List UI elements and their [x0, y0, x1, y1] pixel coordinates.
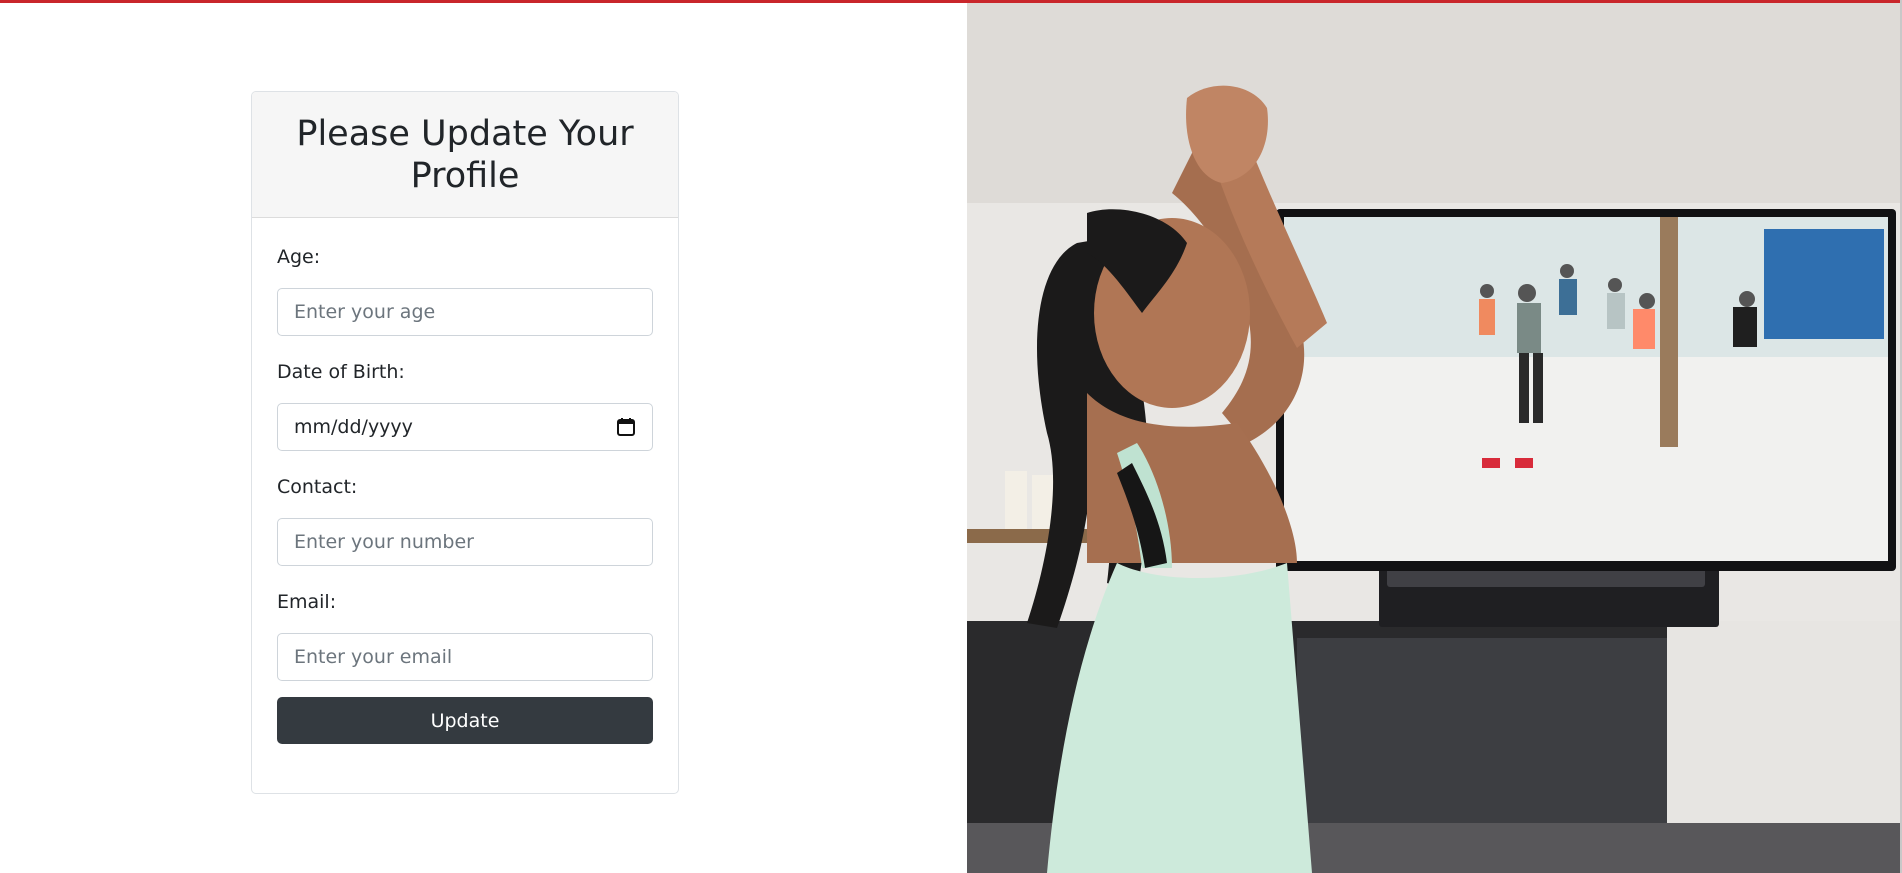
age-field-wrapper	[277, 288, 653, 336]
card-header: Please Update Your Profile	[252, 92, 678, 218]
age-label: Age:	[277, 246, 321, 268]
contact-label: Contact:	[277, 476, 358, 498]
card-body: Age: Date of Birth: mm/dd/yyyy Contact: …	[252, 218, 678, 744]
profile-card: Please Update Your Profile Age: Date of …	[251, 91, 679, 794]
dob-label: Date of Birth:	[277, 361, 405, 383]
calendar-icon[interactable]	[616, 417, 636, 437]
dob-input[interactable]: mm/dd/yyyy	[277, 403, 653, 451]
hero-photo	[967, 3, 1902, 873]
email-field-wrapper	[277, 633, 653, 681]
update-button[interactable]: Update	[277, 697, 653, 744]
form-pane: Please Update Your Profile Age: Date of …	[0, 3, 967, 873]
email-input[interactable]	[294, 634, 636, 680]
hero-photo-illustration	[967, 3, 1902, 873]
email-label: Email:	[277, 591, 337, 613]
page-title: Please Update Your Profile	[296, 113, 634, 196]
contact-input[interactable]	[294, 519, 636, 565]
age-input[interactable]	[294, 289, 636, 335]
contact-field-wrapper	[277, 518, 653, 566]
dob-placeholder[interactable]: mm/dd/yyyy	[294, 416, 616, 438]
